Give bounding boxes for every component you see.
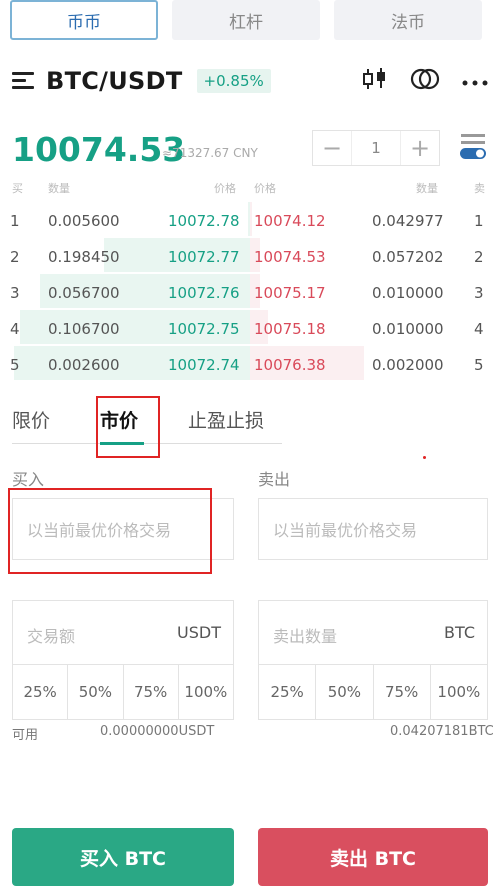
ask-index: 1 (474, 212, 484, 230)
bid-index: 2 (10, 248, 20, 266)
swap-circles-icon[interactable] (410, 66, 440, 96)
order-book-row[interactable]: 1 0.005600 10072.78 10074.12 0.042977 1 (0, 200, 500, 236)
sell-label: 卖出 (258, 470, 291, 489)
sell-pct-25-button[interactable]: 25% (259, 665, 317, 719)
bid-qty: 0.056700 (48, 284, 120, 302)
market-type-tabs: 币币 杠杆 法币 (10, 0, 494, 42)
bid-price: 10072.77 (168, 248, 240, 266)
sell-btc-button[interactable]: 卖出 BTC (258, 828, 488, 886)
ask-qty: 0.010000 (372, 284, 444, 302)
sell-price-input[interactable]: 以当前最优价格交易 (258, 498, 488, 560)
ask-price: 10074.53 (254, 248, 326, 266)
sell-pct-75-button[interactable]: 75% (374, 665, 431, 719)
ask-index: 4 (474, 320, 484, 338)
price-row: 10074.53 ≈71327.67 CNY − 1 + (12, 124, 488, 174)
sell-available-value: 0.04207181BTC (390, 724, 494, 739)
order-book-row[interactable]: 4 0.106700 10072.75 10075.18 0.010000 4 (0, 308, 500, 344)
ask-qty: 0.042977 (372, 212, 444, 230)
sell-amount-box: 卖出数量 BTC 25% 50% 75% 100% (258, 600, 488, 720)
highlight-box-buy-price (8, 488, 212, 574)
ask-qty: 0.010000 (372, 320, 444, 338)
bid-qty: 0.106700 (48, 320, 120, 338)
candlestick-chart-icon[interactable] (362, 66, 388, 96)
buy-available-label: 可用 (12, 728, 39, 743)
ask-price: 10075.17 (254, 284, 326, 302)
bid-index: 1 (10, 212, 20, 230)
trading-pair[interactable]: BTC/USDT (46, 67, 183, 95)
buy-amount-input[interactable]: 交易额 USDT (13, 601, 233, 665)
sell-amount-unit: BTC (444, 623, 475, 642)
bid-price-header: 价格 (214, 182, 236, 195)
bid-price: 10072.78 (168, 212, 240, 230)
cny-price: ≈71327.67 CNY (162, 146, 258, 160)
last-price: 10074.53 (12, 130, 186, 169)
tab-fiat[interactable]: 法币 (334, 0, 482, 40)
bid-qty: 0.198450 (48, 248, 120, 266)
bid-index: 5 (10, 356, 20, 374)
order-book-settings-icon[interactable] (458, 130, 488, 164)
buy-amount-box: 交易额 USDT 25% 50% 75% 100% (12, 600, 234, 720)
more-icon[interactable] (462, 72, 488, 91)
stepper-minus-button[interactable]: − (313, 134, 351, 162)
bid-index: 3 (10, 284, 20, 302)
bid-price: 10072.75 (168, 320, 240, 338)
buy-pct-75-button[interactable]: 75% (124, 665, 179, 719)
order-book: 1 0.005600 10072.78 10074.12 0.042977 1 … (0, 200, 500, 380)
order-book-row[interactable]: 2 0.198450 10072.77 10074.53 0.057202 2 (0, 236, 500, 272)
bid-price: 10072.74 (168, 356, 240, 374)
ask-qty: 0.002000 (372, 356, 444, 374)
menu-icon[interactable] (12, 70, 38, 92)
buy-pct-100-button[interactable]: 100% (179, 665, 233, 719)
sell-price-placeholder: 以当前最优价格交易 (273, 521, 418, 540)
ask-qty: 0.057202 (372, 248, 444, 266)
ask-price: 10074.12 (254, 212, 326, 230)
price-change-badge: +0.85% (196, 69, 271, 93)
bid-qty: 0.002600 (48, 356, 120, 374)
bid-index: 4 (10, 320, 20, 338)
ask-index: 3 (474, 284, 484, 302)
buy-available-value: 0.00000000USDT (100, 724, 215, 739)
sell-pct-100-button[interactable]: 100% (431, 665, 487, 719)
buy-amount-placeholder: 交易额 (27, 627, 76, 646)
sell-amount-placeholder: 卖出数量 (273, 627, 338, 646)
pair-header: BTC/USDT +0.85% (12, 58, 488, 104)
buy-btc-button[interactable]: 买入 BTC (12, 828, 234, 886)
tab-spot[interactable]: 币币 (10, 0, 158, 40)
ask-index: 5 (474, 356, 484, 374)
bid-qty-header: 数量 (48, 182, 70, 195)
order-book-header: 买 数量 价格 价格 数量 卖 (0, 176, 500, 196)
sell-amount-input[interactable]: 卖出数量 BTC (259, 601, 487, 665)
order-book-row[interactable]: 5 0.002600 10072.74 10076.38 0.002000 5 (0, 344, 500, 380)
ask-price: 10075.18 (254, 320, 326, 338)
ask-price-header: 价格 (254, 182, 276, 195)
buy-label: 买入 (12, 470, 45, 489)
ask-index: 2 (474, 248, 484, 266)
sell-pct-50-button[interactable]: 50% (316, 665, 374, 719)
buy-pct-25-button[interactable]: 25% (13, 665, 69, 719)
tab-stop[interactable]: 止盈止损 (188, 406, 264, 433)
highlight-box-market (96, 396, 160, 458)
tab-margin[interactable]: 杠杆 (172, 0, 320, 40)
depth-stepper: − 1 + (312, 130, 440, 166)
ask-price: 10076.38 (254, 356, 326, 374)
order-book-row[interactable]: 3 0.056700 10072.76 10075.17 0.010000 3 (0, 272, 500, 308)
buy-col-header: 买 (12, 182, 23, 195)
buy-amount-unit: USDT (177, 623, 221, 642)
buy-pct-50-button[interactable]: 50% (68, 665, 124, 719)
sell-col-header: 卖 (474, 182, 485, 195)
bid-price: 10072.76 (168, 284, 240, 302)
tab-limit[interactable]: 限价 (12, 406, 50, 433)
stepper-value: 1 (351, 131, 401, 165)
bid-qty: 0.005600 (48, 212, 120, 230)
stepper-plus-button[interactable]: + (401, 134, 439, 162)
ask-qty-header: 数量 (416, 182, 438, 195)
highlight-dot (423, 456, 426, 459)
